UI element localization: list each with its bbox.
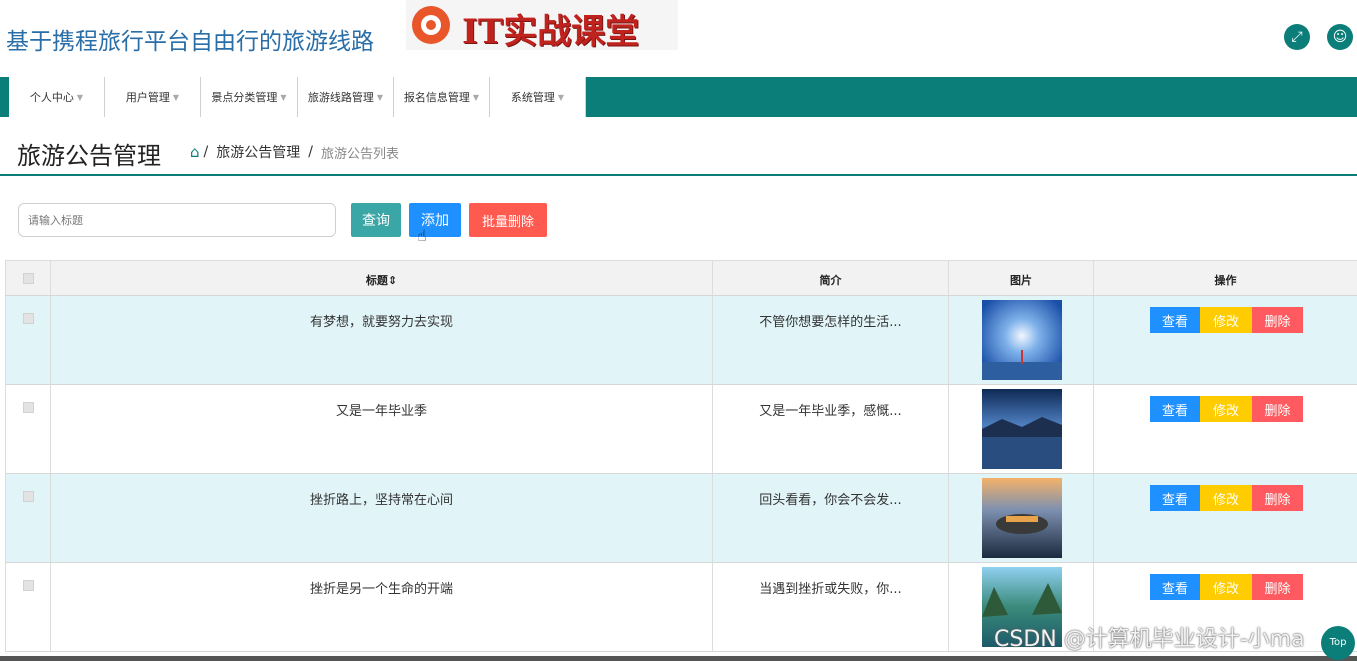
row-thumbnail xyxy=(982,300,1062,380)
sort-icon[interactable]: ⇕ xyxy=(388,274,397,287)
row-summary: 不管你想要怎样的生活... xyxy=(759,315,902,330)
logo: IT实战课堂 xyxy=(406,0,678,52)
home-icon[interactable]: ⌂ xyxy=(190,143,200,161)
delete-button[interactable]: 删除 xyxy=(1252,396,1303,422)
mouse-pointer-icon: ☝ xyxy=(417,226,427,245)
caret-down-icon: ▼ xyxy=(280,92,287,102)
app-header: 基于携程旅行平台自由行的旅游线路 IT实战课堂 ⤢ ☺ xyxy=(0,0,1357,76)
logo-text: IT实战课堂 xyxy=(462,12,640,52)
row-thumbnail xyxy=(982,389,1062,469)
site-title: 基于携程旅行平台自由行的旅游线路 xyxy=(6,29,374,55)
nav-item-registration[interactable]: 报名信息管理 ▼ xyxy=(394,77,490,117)
column-header-actions: 操作 xyxy=(1214,274,1237,287)
logo-mark-icon xyxy=(412,6,450,44)
nav-item-system[interactable]: 系统管理 ▼ xyxy=(490,77,586,117)
column-header-summary: 简介 xyxy=(819,274,842,287)
edit-button[interactable]: 修改 xyxy=(1200,485,1252,511)
column-header-image: 图片 xyxy=(1010,274,1032,287)
row-summary: 回头看看，你会不会发... xyxy=(759,493,902,508)
edit-button[interactable]: 修改 xyxy=(1200,574,1252,600)
user-icon[interactable]: ☺ xyxy=(1327,24,1353,50)
row-thumbnail xyxy=(982,478,1062,558)
edit-button[interactable]: 修改 xyxy=(1200,396,1252,422)
view-button[interactable]: 查看 xyxy=(1150,574,1200,600)
edit-button[interactable]: 修改 xyxy=(1200,307,1252,333)
table-header: 标题⇕ 简介 图片 操作 xyxy=(5,260,1357,296)
row-title: 又是一年毕业季 xyxy=(335,404,427,419)
nav-item-route-management[interactable]: 旅游线路管理 ▼ xyxy=(298,77,394,117)
row-summary: 当遇到挫折或失败，你... xyxy=(759,582,902,597)
nav-item-user-management[interactable]: 用户管理 ▼ xyxy=(105,77,201,117)
row-title: 挫折是另一个生命的开端 xyxy=(309,582,453,597)
nav-item-personal-center[interactable]: 个人中心 ▼ xyxy=(9,77,105,117)
delete-button[interactable]: 删除 xyxy=(1252,574,1303,600)
breadcrumb-separator: / xyxy=(203,144,209,160)
view-button[interactable]: 查看 xyxy=(1150,307,1200,333)
bulk-delete-button[interactable]: 批量删除 xyxy=(469,203,547,237)
caret-down-icon: ▼ xyxy=(172,92,180,102)
nav-item-scenic-category[interactable]: 景点分类管理 ▼ xyxy=(201,77,298,117)
table-row: 又是一年毕业季 又是一年毕业季，感慨... 查看 修改 删除 xyxy=(5,385,1357,474)
delete-button[interactable]: 删除 xyxy=(1252,485,1303,511)
caret-down-icon: ▼ xyxy=(376,92,384,102)
row-checkbox[interactable] xyxy=(23,580,34,591)
row-checkbox[interactable] xyxy=(23,491,34,502)
breadcrumb-parent[interactable]: 旅游公告管理 xyxy=(216,142,300,162)
breadcrumb: ⌂ / 旅游公告管理 / 旅游公告列表 xyxy=(190,142,399,162)
top-nav: 个人中心 ▼ 用户管理 ▼ 景点分类管理 ▼ 旅游线路管理 ▼ 报名信息管理 ▼ 系统管理… xyxy=(0,77,1357,117)
caret-down-icon: ▼ xyxy=(76,92,84,102)
row-title: 挫折路上，坚持常在心间 xyxy=(309,493,453,508)
breadcrumb-separator: / xyxy=(308,144,313,160)
search-input[interactable] xyxy=(18,203,336,237)
query-button[interactable]: 查询 xyxy=(351,203,401,237)
table-row: 挫折路上，坚持常在心间 回头看看，你会不会发... 查看 修改 删除 xyxy=(5,474,1357,563)
caret-down-icon: ▼ xyxy=(472,92,480,102)
back-to-top-icon[interactable]: Top xyxy=(1321,626,1355,660)
expand-icon[interactable]: ⤢ xyxy=(1284,24,1310,50)
column-header-title[interactable]: 标题 xyxy=(366,274,388,287)
table-row: 有梦想，就要努力去实现 不管你想要怎样的生活... 查看 修改 删除 xyxy=(5,296,1357,385)
caret-down-icon: ▼ xyxy=(557,92,565,102)
breadcrumb-current: 旅游公告列表 xyxy=(320,146,399,162)
row-title: 有梦想，就要努力去实现 xyxy=(309,315,453,330)
bottom-scrollbar[interactable] xyxy=(0,656,1357,661)
page-title: 旅游公告管理 xyxy=(17,142,161,170)
view-button[interactable]: 查看 xyxy=(1150,485,1200,511)
row-summary: 又是一年毕业季，感慨... xyxy=(759,404,902,419)
select-all-checkbox[interactable] xyxy=(23,273,34,284)
row-checkbox[interactable] xyxy=(23,313,34,324)
watermark: CSDN @计算机毕业设计-小ma xyxy=(994,627,1305,652)
page-heading: 旅游公告管理 ⌂ / 旅游公告管理 / 旅游公告列表 xyxy=(0,124,1357,176)
view-button[interactable]: 查看 xyxy=(1150,396,1200,422)
delete-button[interactable]: 删除 xyxy=(1252,307,1303,333)
row-checkbox[interactable] xyxy=(23,402,34,413)
